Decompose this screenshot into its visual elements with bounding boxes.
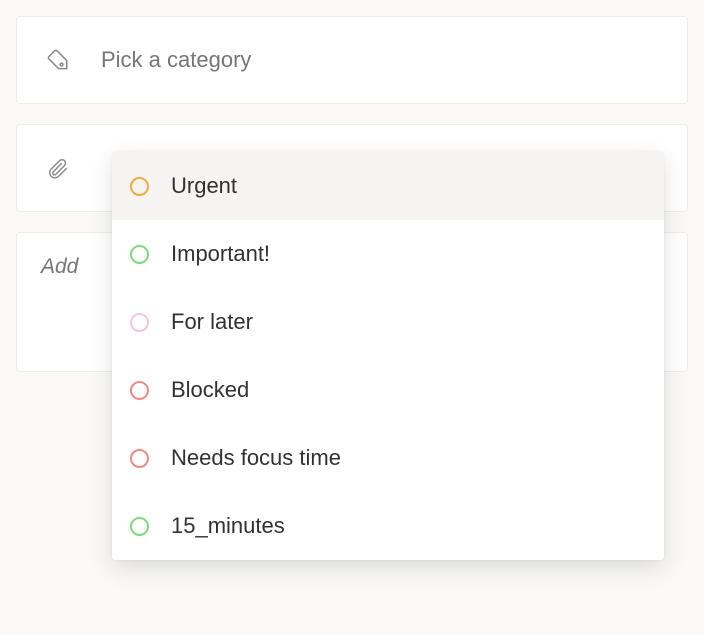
dropdown-item[interactable]: Urgent: [112, 152, 664, 220]
dropdown-item-label: Urgent: [171, 173, 237, 199]
note-placeholder: Add: [41, 255, 78, 279]
category-color-dot: [130, 177, 149, 196]
category-color-dot: [130, 313, 149, 332]
dropdown-item[interactable]: Important!: [112, 220, 664, 288]
dropdown-item-label: Important!: [171, 241, 270, 267]
dropdown-item-label: Needs focus time: [171, 445, 341, 471]
category-color-dot: [130, 517, 149, 536]
dropdown-item-label: For later: [171, 309, 253, 335]
category-color-dot: [130, 449, 149, 468]
category-input[interactable]: [73, 47, 663, 73]
dropdown-item[interactable]: 15_minutes: [112, 492, 664, 560]
dropdown-item-label: 15_minutes: [171, 513, 285, 539]
category-color-dot: [130, 381, 149, 400]
dropdown-item[interactable]: For later: [112, 288, 664, 356]
dropdown-item[interactable]: Needs focus time: [112, 424, 664, 492]
tag-icon: [41, 47, 73, 73]
category-dropdown: Urgent Important! For later Blocked Needs fo…: [112, 152, 664, 560]
paperclip-icon: [41, 156, 73, 181]
dropdown-item[interactable]: Blocked: [112, 356, 664, 424]
dropdown-item-label: Blocked: [171, 377, 249, 403]
category-color-dot: [130, 245, 149, 264]
category-field-container: [16, 16, 688, 104]
